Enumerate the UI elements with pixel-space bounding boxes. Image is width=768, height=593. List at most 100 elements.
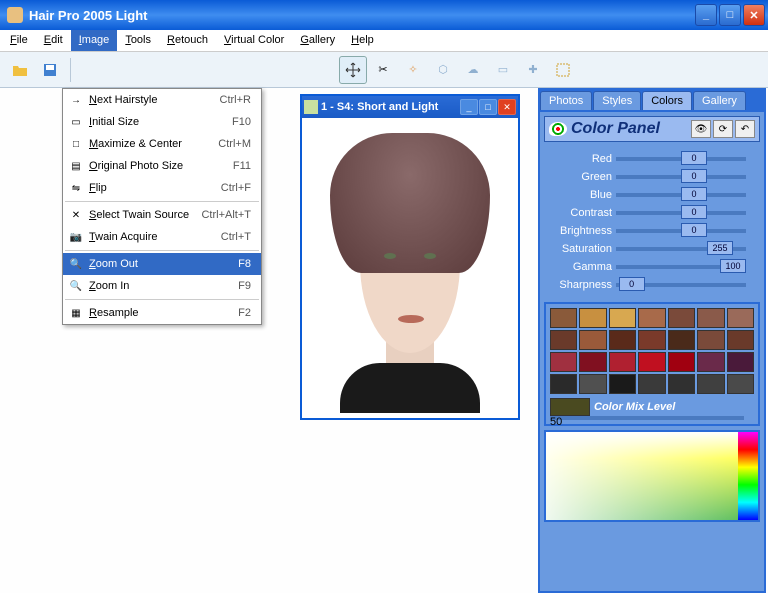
color-swatch-16[interactable] [609,352,636,372]
menu-item-zoom-out[interactable]: 🔍Zoom OutF8 [63,253,261,275]
menu-retouch[interactable]: Retouch [159,30,216,51]
window-title: Hair Pro 2005 Light [27,8,695,23]
color-swatch-27[interactable] [727,374,754,394]
photo-minimize-button[interactable]: _ [460,99,478,115]
color-swatch-24[interactable] [638,374,665,394]
slider-thumb[interactable]: 0 [681,187,707,201]
photo-maximize-button[interactable]: □ [479,99,497,115]
menu-virtual-color[interactable]: Virtual Color [216,30,292,51]
color-swatch-11[interactable] [668,330,695,350]
slider-track-sharpness[interactable]: 0 [616,283,746,287]
color-swatch-23[interactable] [609,374,636,394]
slider-track-saturation[interactable]: 255 [616,247,746,251]
gradient-saturation-box[interactable] [546,432,738,520]
close-button[interactable]: ✕ [743,4,765,26]
menu-item-shortcut: Ctrl+T [221,231,257,243]
move-tool[interactable] [339,56,367,84]
tab-photos[interactable]: Photos [540,91,592,110]
mix-level-slider[interactable]: 50 [550,416,744,420]
menu-item-icon: □ [67,136,85,152]
color-swatch-17[interactable] [638,352,665,372]
color-swatch-19[interactable] [697,352,724,372]
photo-close-button[interactable]: ✕ [498,99,516,115]
menu-item-resample[interactable]: ▦ResampleF2 [63,302,261,324]
color-swatch-6[interactable] [727,308,754,328]
color-swatch-3[interactable] [638,308,665,328]
menu-help[interactable]: Help [343,30,382,51]
slider-thumb[interactable]: 0 [681,205,707,219]
menu-gallery[interactable]: Gallery [292,30,343,51]
menu-item-original-photo-size[interactable]: ▤Original Photo SizeF11 [63,155,261,177]
mix-level-thumb[interactable]: 50 [550,416,744,428]
slider-track-green[interactable]: 0 [616,175,746,179]
slider-thumb[interactable]: 0 [619,277,645,291]
color-swatch-10[interactable] [638,330,665,350]
open-button[interactable] [6,56,34,84]
save-button[interactable] [36,56,64,84]
slider-track-contrast[interactable]: 0 [616,211,746,215]
color-swatch-4[interactable] [668,308,695,328]
slider-thumb[interactable]: 0 [681,169,707,183]
slider-track-brightness[interactable]: 0 [616,229,746,233]
slider-row-brightness: Brightness0 [546,222,758,239]
photo-window[interactable]: 1 - S4: Short and Light _ □ ✕ [300,94,520,420]
cut-tool[interactable]: ✂ [369,56,397,84]
color-swatch-15[interactable] [579,352,606,372]
color-swatch-13[interactable] [727,330,754,350]
menu-image[interactable]: Image [71,30,118,51]
menu-file[interactable]: File [2,30,36,51]
color-swatch-14[interactable] [550,352,577,372]
menu-item-flip[interactable]: ⇋FlipCtrl+F [63,177,261,199]
color-swatch-5[interactable] [697,308,724,328]
slider-thumb[interactable]: 255 [707,241,733,255]
color-swatch-7[interactable] [550,330,577,350]
color-swatch-12[interactable] [697,330,724,350]
color-swatch-20[interactable] [727,352,754,372]
color-swatch-25[interactable] [668,374,695,394]
maximize-button[interactable]: □ [719,4,741,26]
color-swatch-18[interactable] [668,352,695,372]
slider-thumb[interactable]: 100 [720,259,746,273]
refresh-button[interactable]: ⟳ [713,120,733,138]
menu-item-initial-size[interactable]: ▭Initial SizeF10 [63,111,261,133]
cloud-tool[interactable]: ☁ [459,56,487,84]
color-swatch-0[interactable] [550,308,577,328]
slider-thumb[interactable]: 0 [681,151,707,165]
color-swatch-2[interactable] [609,308,636,328]
slider-track-gamma[interactable]: 100 [616,265,746,269]
minimize-button[interactable]: _ [695,4,717,26]
selected-color-preview[interactable] [550,398,590,416]
color-swatch-9[interactable] [609,330,636,350]
color-swatch-1[interactable] [579,308,606,328]
menu-item-twain-acquire[interactable]: 📷Twain AcquireCtrl+T [63,226,261,248]
menu-item-select-twain-source[interactable]: ✕Select Twain SourceCtrl+Alt+T [63,204,261,226]
slider-track-blue[interactable]: 0 [616,193,746,197]
marquee-tool[interactable] [549,56,577,84]
crop-tool[interactable]: ✚ [519,56,547,84]
tab-gallery[interactable]: Gallery [693,91,746,110]
slider-thumb[interactable]: 0 [681,223,707,237]
color-swatch-26[interactable] [697,374,724,394]
photo-canvas[interactable] [302,118,518,418]
rect-select-tool[interactable]: ▭ [489,56,517,84]
tab-styles[interactable]: Styles [593,91,641,110]
menu-tools[interactable]: Tools [117,30,159,51]
menu-edit[interactable]: Edit [36,30,71,51]
menu-item-zoom-in[interactable]: 🔍Zoom InF9 [63,275,261,297]
lasso-tool[interactable]: ⬡ [429,56,457,84]
eyedropper-button[interactable]: 👁 [691,120,711,138]
gradient-hue-strip[interactable] [738,432,758,520]
menu-item-label: Select Twain Source [85,209,201,221]
tab-colors[interactable]: Colors [642,91,692,110]
menu-item-next-hairstyle[interactable]: →Next HairstyleCtrl+R [63,89,261,111]
wand-tool[interactable]: ✧ [399,56,427,84]
menu-item-maximize-center[interactable]: □Maximize & CenterCtrl+M [63,133,261,155]
photo-window-titlebar[interactable]: 1 - S4: Short and Light _ □ ✕ [302,96,518,118]
color-swatch-22[interactable] [579,374,606,394]
color-swatch-8[interactable] [579,330,606,350]
gradient-picker[interactable] [544,430,760,522]
color-swatch-21[interactable] [550,374,577,394]
slider-track-red[interactable]: 0 [616,157,746,161]
undo-button[interactable]: ↶ [735,120,755,138]
palette-icon [549,122,567,136]
